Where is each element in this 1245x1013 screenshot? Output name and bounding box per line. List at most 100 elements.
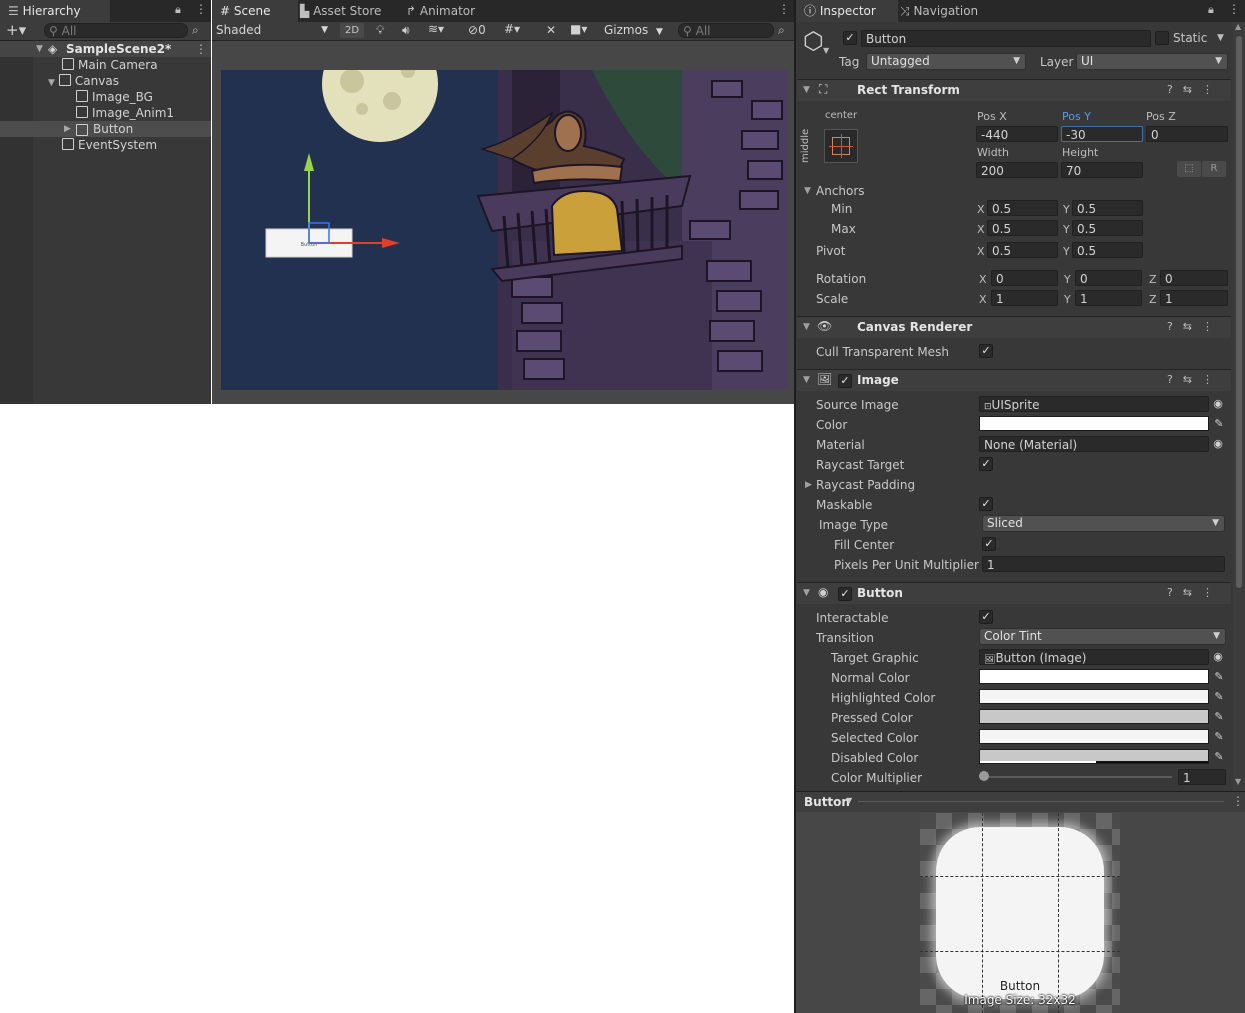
pos-x-field[interactable]: -440 xyxy=(976,126,1058,142)
fold-arrow-icon[interactable]: ▼ xyxy=(804,186,811,196)
fold-arrow-icon[interactable]: ▼ xyxy=(803,85,810,95)
eyedropper-icon[interactable]: ✎ xyxy=(1211,749,1227,765)
search-filter-icon[interactable]: ⌕ xyxy=(778,23,785,38)
component-header-icons[interactable]: ?⇆⋮ xyxy=(1167,373,1223,386)
tab-hierarchy[interactable]: ☰ Hierarchy xyxy=(0,0,110,22)
layer-dropdown[interactable]: UI ▼ xyxy=(1076,53,1228,70)
lock-icon[interactable]: 🔒︎ xyxy=(175,3,181,17)
raycast-target-checkbox[interactable]: ✓ xyxy=(979,457,993,471)
object-picker-icon[interactable]: ◉ xyxy=(1210,436,1226,452)
width-field[interactable]: 200 xyxy=(976,162,1058,178)
camera-icon[interactable]: ■▾ xyxy=(570,22,587,36)
component-header-icons[interactable]: ?⇆⋮ xyxy=(1167,320,1223,333)
tree-item-canvas[interactable]: ▼ Canvas xyxy=(48,73,119,89)
scale-x-field[interactable]: 1 xyxy=(991,290,1058,306)
button-component-header[interactable]: ▼ ◉ ✓ Button ?⇆⋮ xyxy=(797,582,1231,604)
effects-icon[interactable]: ≋▾ xyxy=(428,22,444,36)
material-field[interactable]: None (Material) xyxy=(979,436,1209,452)
hierarchy-search-input[interactable]: ⚲ All xyxy=(44,23,188,38)
rect-transform-header[interactable]: ▼ ⛶ Rect Transform ?⇆⋮ xyxy=(797,79,1231,101)
kebab-menu-icon[interactable]: ⋮ xyxy=(778,2,790,16)
color-multiplier-slider-handle[interactable] xyxy=(979,771,989,781)
tree-item-event-system[interactable]: EventSystem xyxy=(62,137,157,153)
tree-item-image-anim1[interactable]: Image_Anim1 xyxy=(76,105,174,121)
active-checkbox[interactable]: ✓ xyxy=(843,31,857,45)
rotation-y-field[interactable]: 0 xyxy=(1075,270,1142,286)
search-filter-icon[interactable]: ⌕ xyxy=(192,23,199,38)
eyedropper-icon[interactable]: ✎ xyxy=(1211,729,1227,745)
static-checkbox[interactable] xyxy=(1155,31,1169,45)
kebab-menu-icon[interactable]: ⋮ xyxy=(1232,794,1244,808)
tree-item-image-bg[interactable]: Image_BG xyxy=(76,89,153,105)
rotation-z-field[interactable]: 0 xyxy=(1160,270,1228,286)
image-enabled-checkbox[interactable]: ✓ xyxy=(838,374,852,388)
fold-arrow-icon[interactable]: ▶ xyxy=(805,480,812,490)
interactable-checkbox[interactable]: ✓ xyxy=(979,610,993,624)
tools-icon[interactable]: ✕ xyxy=(546,23,556,37)
pivot-x-field[interactable]: 0.5 xyxy=(987,242,1058,258)
eyedropper-icon[interactable]: ✎ xyxy=(1211,416,1227,432)
toggle-2d-button[interactable]: 2D xyxy=(340,23,364,38)
anchor-min-y-field[interactable]: 0.5 xyxy=(1072,200,1143,216)
source-image-field[interactable]: ⊡UISprite xyxy=(979,396,1209,412)
anchor-max-x-field[interactable]: 0.5 xyxy=(987,220,1058,236)
expand-arrow-icon[interactable]: ▼ xyxy=(48,78,55,88)
fold-arrow-icon[interactable]: ▼ xyxy=(803,375,810,385)
scroll-down-icon[interactable]: ▼ xyxy=(1235,777,1241,786)
maskable-checkbox[interactable]: ✓ xyxy=(979,497,993,511)
tab-asset-store[interactable]: ▙ Asset Store xyxy=(292,0,389,22)
kebab-menu-icon[interactable]: ⋮ xyxy=(1228,2,1240,16)
grid-snap-icon[interactable]: #▾ xyxy=(504,22,520,36)
tab-navigation[interactable]: ⤨ Navigation xyxy=(892,0,986,22)
add-icon[interactable]: +▾ xyxy=(6,22,26,39)
ppu-field[interactable]: 1 xyxy=(982,556,1225,572)
scene-search-input[interactable]: ⚲ All xyxy=(678,23,774,38)
chevron-down-icon[interactable]: ▼ xyxy=(846,796,852,805)
tab-animator[interactable]: ↱ Animator xyxy=(398,0,483,22)
inspector-scrollbar[interactable]: ▲ ▼ xyxy=(1233,22,1245,791)
component-header-icons[interactable]: ?⇆⋮ xyxy=(1167,83,1223,96)
selected-color-field[interactable] xyxy=(979,729,1209,744)
scrollbar-thumb[interactable] xyxy=(1236,36,1242,588)
highlighted-color-field[interactable] xyxy=(979,689,1209,704)
chevron-down-icon[interactable]: ▼ xyxy=(1217,33,1224,43)
pressed-color-field[interactable] xyxy=(979,709,1209,724)
image-header[interactable]: ▼ 🖼︎ ✓ Image ?⇆⋮ xyxy=(797,369,1231,391)
component-header-icons[interactable]: ?⇆⋮ xyxy=(1167,586,1223,599)
shading-dropdown[interactable]: Shaded ▼ xyxy=(216,23,332,39)
scale-y-field[interactable]: 1 xyxy=(1075,290,1142,306)
gizmos-dropdown[interactable]: Gizmos ▼ xyxy=(604,23,663,37)
collapsed-arrow-icon[interactable]: ▶ xyxy=(64,121,71,137)
disabled-color-field[interactable] xyxy=(979,749,1209,764)
pos-z-field[interactable]: 0 xyxy=(1146,126,1228,142)
scale-z-field[interactable]: 1 xyxy=(1160,290,1228,306)
eyedropper-icon[interactable]: ✎ xyxy=(1211,709,1227,725)
canvas-renderer-header[interactable]: ▼ 👁︎ Canvas Renderer ?⇆⋮ xyxy=(797,316,1231,338)
raw-edit-button[interactable]: R xyxy=(1202,161,1226,177)
object-name-input[interactable]: Button xyxy=(861,30,1151,47)
fill-center-checkbox[interactable]: ✓ xyxy=(982,537,996,551)
color-multiplier-slider-track[interactable] xyxy=(984,776,1172,778)
audio-icon[interactable]: 🔊︎ xyxy=(402,23,410,38)
tab-scene[interactable]: # Scene xyxy=(212,0,298,22)
height-field[interactable]: 70 xyxy=(1061,162,1143,178)
tree-item-main-camera[interactable]: Main Camera xyxy=(62,57,158,73)
anchor-presets-button[interactable] xyxy=(824,129,858,163)
tree-item-button[interactable]: ▶ Button xyxy=(0,121,211,137)
scene-viewport[interactable]: Button xyxy=(212,41,795,404)
button-enabled-checkbox[interactable]: ✓ xyxy=(838,587,852,601)
object-picker-icon[interactable]: ◉ xyxy=(1210,396,1226,412)
blueprint-mode-button[interactable]: ⬚ xyxy=(1177,161,1201,177)
lighting-icon[interactable]: 💡︎ xyxy=(376,23,384,38)
lock-icon[interactable]: 🔒︎ xyxy=(1208,3,1214,17)
preview-header[interactable]: Button ▼ ⋮ xyxy=(796,791,1245,812)
eyedropper-icon[interactable]: ✎ xyxy=(1211,669,1227,685)
normal-color-field[interactable] xyxy=(979,669,1209,684)
scene-menu-icon[interactable]: ⋮ xyxy=(195,41,207,57)
image-type-dropdown[interactable]: Sliced ▼ xyxy=(982,515,1225,532)
cull-checkbox[interactable]: ✓ xyxy=(979,344,993,358)
tag-dropdown[interactable]: Untagged ▼ xyxy=(866,53,1026,70)
color-multiplier-field[interactable]: 1 xyxy=(1178,769,1226,785)
tab-inspector[interactable]: ⓘ Inspector xyxy=(796,0,898,22)
anchor-min-x-field[interactable]: 0.5 xyxy=(987,200,1058,216)
